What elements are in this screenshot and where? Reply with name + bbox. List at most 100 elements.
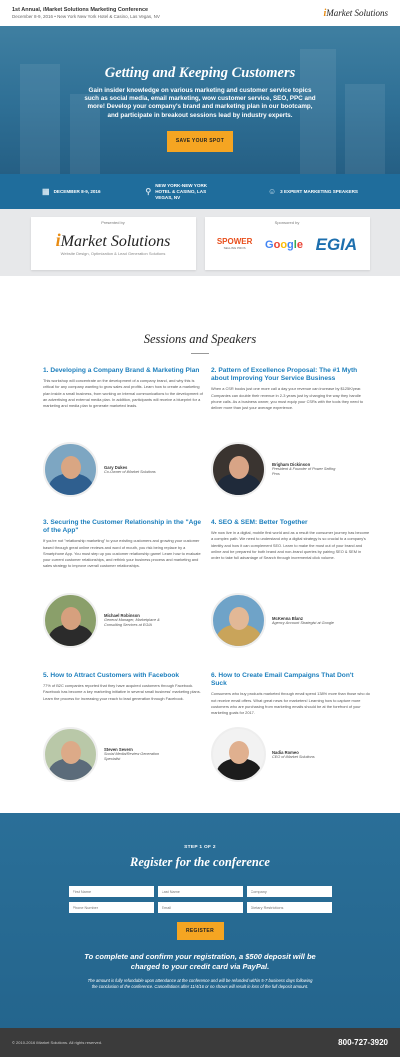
avatar-head	[60, 456, 81, 479]
speaker-avatar	[43, 727, 98, 782]
speaker-avatar	[43, 593, 98, 648]
session-title[interactable]: 4. SEO & SEM: Better Together	[211, 519, 371, 527]
calendar-icon: ▦	[42, 186, 50, 196]
imarket-logo[interactable]: iMarket Solutions	[323, 8, 388, 19]
speaker-info: Michael Robinson General Manager, Market…	[104, 613, 172, 628]
sponsor-logos: SPOWER SELLING PROS Google EGIA	[205, 235, 370, 255]
logo-text: Market Solutions	[326, 7, 388, 18]
register-button[interactable]: REGISTER	[176, 922, 224, 940]
top-bar: 1st Annual, iMarket Solutions Marketing …	[0, 0, 400, 26]
event-speakers-text: 3 EXPERT MARKETING SPEAKERS	[280, 188, 358, 194]
speaker: Gary Dukes Co-Owner of iMarket Solutions	[43, 442, 172, 497]
avatar-head	[60, 741, 81, 764]
hero-section: Getting and Keeping Customers Gain insid…	[0, 26, 400, 174]
speaker-info: McKenna Blanz Agency Account Strategist …	[272, 616, 340, 626]
power-selling-pros-logo[interactable]: SPOWER SELLING PROS	[217, 238, 253, 252]
sessions-divider	[191, 353, 209, 354]
speaker-avatar	[211, 593, 266, 648]
event-venue: ⚲ NEW YORK-NEW YORK HOTEL & CASINO, LAS …	[145, 183, 223, 201]
speaker: Nadia Romeo CEO of iMarket Solutions	[211, 727, 340, 782]
speaker-info: Gary Dukes Co-Owner of iMarket Solutions	[104, 465, 172, 475]
first-name-input[interactable]	[68, 886, 154, 897]
presenter-tagline: Website Design, Optimization & Lead Gene…	[60, 251, 166, 256]
session-description: When a CSR books just one more call a da…	[211, 386, 364, 411]
speaker-info: Brigham Dickinson President & Founder of…	[272, 462, 340, 477]
event-venue-text: NEW YORK-NEW YORK HOTEL & CASINO, LAS VE…	[155, 182, 208, 200]
session-card: 2. Pattern of Excellence Proposal: The #…	[211, 367, 371, 411]
speaker: Brigham Dickinson President & Founder of…	[211, 442, 340, 497]
registration-section: STEP 1 OF 2 Register for the conference …	[0, 813, 400, 1028]
copyright: © 2010-2016 iMarket Solutions. All right…	[12, 1040, 103, 1045]
session-description: We now live in a digital, mobile first w…	[211, 530, 370, 561]
event-speakers: ☺ 3 EXPERT MARKETING SPEAKERS	[267, 186, 358, 196]
registration-form	[68, 886, 332, 913]
session-card: 4. SEO & SEM: Better Together We now liv…	[211, 519, 371, 561]
speaker-role: Agency Account Strategist at Google	[272, 620, 334, 625]
speaker-avatar	[211, 442, 266, 497]
speaker-info: Nadia Romeo CEO of iMarket Solutions	[272, 750, 340, 760]
session-title[interactable]: 2. Pattern of Excellence Proposal: The #…	[211, 367, 371, 383]
power-selling-pros-sub: SELLING PROS	[223, 246, 246, 250]
session-description: 77% of B2C companies reported that they …	[43, 683, 201, 701]
presented-caption: Presented by	[101, 220, 125, 225]
avatar-head	[228, 456, 249, 479]
speaker-role: CEO of iMarket Solutions	[272, 754, 315, 759]
avatar-head	[228, 607, 249, 630]
session-card: 3. Securing the Customer Relationship in…	[43, 519, 203, 569]
speaker: Steven Severn Social Media/Review Genera…	[43, 727, 172, 782]
speaker-role: President & Founder of Power Selling Pro…	[272, 467, 336, 476]
session-description: If you're not "relationship marketing" t…	[43, 538, 201, 569]
egia-logo[interactable]: EGIA	[316, 235, 358, 255]
speaker-avatar	[43, 442, 98, 497]
sponsored-caption: Sponsored by	[274, 220, 300, 225]
registration-title: Register for the conference	[130, 855, 270, 869]
speaker: Michael Robinson General Manager, Market…	[43, 593, 172, 648]
refund-note: The amount is fully refundable upon atte…	[87, 978, 313, 989]
session-description: This workshop will concentrate on the de…	[43, 378, 203, 409]
power-selling-pros-name: SPOWER	[216, 237, 253, 246]
last-name-input[interactable]	[157, 886, 243, 897]
session-card: 6. How to Create Email Campaigns That Do…	[211, 672, 371, 716]
speaker: McKenna Blanz Agency Account Strategist …	[211, 593, 340, 648]
conference-heading: 1st Annual, iMarket Solutions Marketing …	[12, 7, 160, 20]
event-date-text: DECEMBER 8-9, 2016	[53, 188, 101, 194]
session-title[interactable]: 3. Securing the Customer Relationship in…	[43, 519, 203, 535]
conference-details: December 8-9, 2016 • New York New York H…	[12, 13, 160, 19]
speaker-role: Social Media/Review Generation Specialis…	[104, 752, 160, 761]
phone-input[interactable]	[68, 902, 154, 913]
presenter-logo: iMarket Solutions	[31, 230, 196, 251]
sponsor-card: Sponsored by SPOWER SELLING PROS Google …	[204, 217, 370, 270]
avatar-head	[60, 607, 81, 630]
google-logo[interactable]: Google	[265, 239, 303, 251]
save-your-spot-button[interactable]: SAVE YOUR SPOT	[167, 130, 233, 152]
company-input[interactable]	[246, 886, 332, 897]
session-title[interactable]: 1. Developing a Company Brand & Marketin…	[43, 367, 203, 375]
sponsors-section: Presented by iMarket Solutions Website D…	[0, 209, 400, 276]
speaker-role: Co-Owner of iMarket Solutions	[104, 469, 156, 474]
presenter-card: Presented by iMarket Solutions Website D…	[30, 217, 196, 270]
session-title[interactable]: 6. How to Create Email Campaigns That Do…	[211, 672, 371, 688]
email-input[interactable]	[157, 902, 243, 913]
event-info-bar: ▦ DECEMBER 8-9, 2016 ⚲ NEW YORK-NEW YORK…	[0, 174, 400, 209]
hero-title: Getting and Keeping Customers	[104, 65, 296, 81]
session-card: 5. How to Attract Customers with Faceboo…	[43, 672, 203, 702]
speaker-role: General Manager, Marketplace & Consultin…	[104, 618, 160, 627]
session-description: Consumers who buy products marketed thro…	[211, 691, 370, 716]
sessions-title: Sessions and Speakers	[143, 332, 257, 346]
people-icon: ☺	[267, 186, 277, 196]
dietary-restrictions-input[interactable]	[246, 902, 332, 913]
presenter-logo-text: Market Solutions	[60, 233, 171, 250]
background-building	[345, 84, 385, 174]
hero-description: Gain insider knowledge on various market…	[84, 87, 316, 119]
event-date: ▦ DECEMBER 8-9, 2016	[42, 186, 101, 196]
session-card: 1. Developing a Company Brand & Marketin…	[43, 367, 203, 409]
conference-title: 1st Annual, iMarket Solutions Marketing …	[12, 6, 149, 13]
deposit-notice: To complete and confirm your registratio…	[84, 952, 316, 971]
speaker-info: Steven Severn Social Media/Review Genera…	[104, 747, 172, 762]
registration-step: STEP 1 OF 2	[184, 845, 216, 850]
session-title[interactable]: 5. How to Attract Customers with Faceboo…	[43, 672, 203, 680]
phone-number[interactable]: 800-727-3920	[338, 1038, 388, 1047]
avatar-head	[228, 741, 249, 764]
footer: © 2010-2016 iMarket Solutions. All right…	[0, 1028, 400, 1057]
speaker-avatar	[211, 727, 266, 782]
